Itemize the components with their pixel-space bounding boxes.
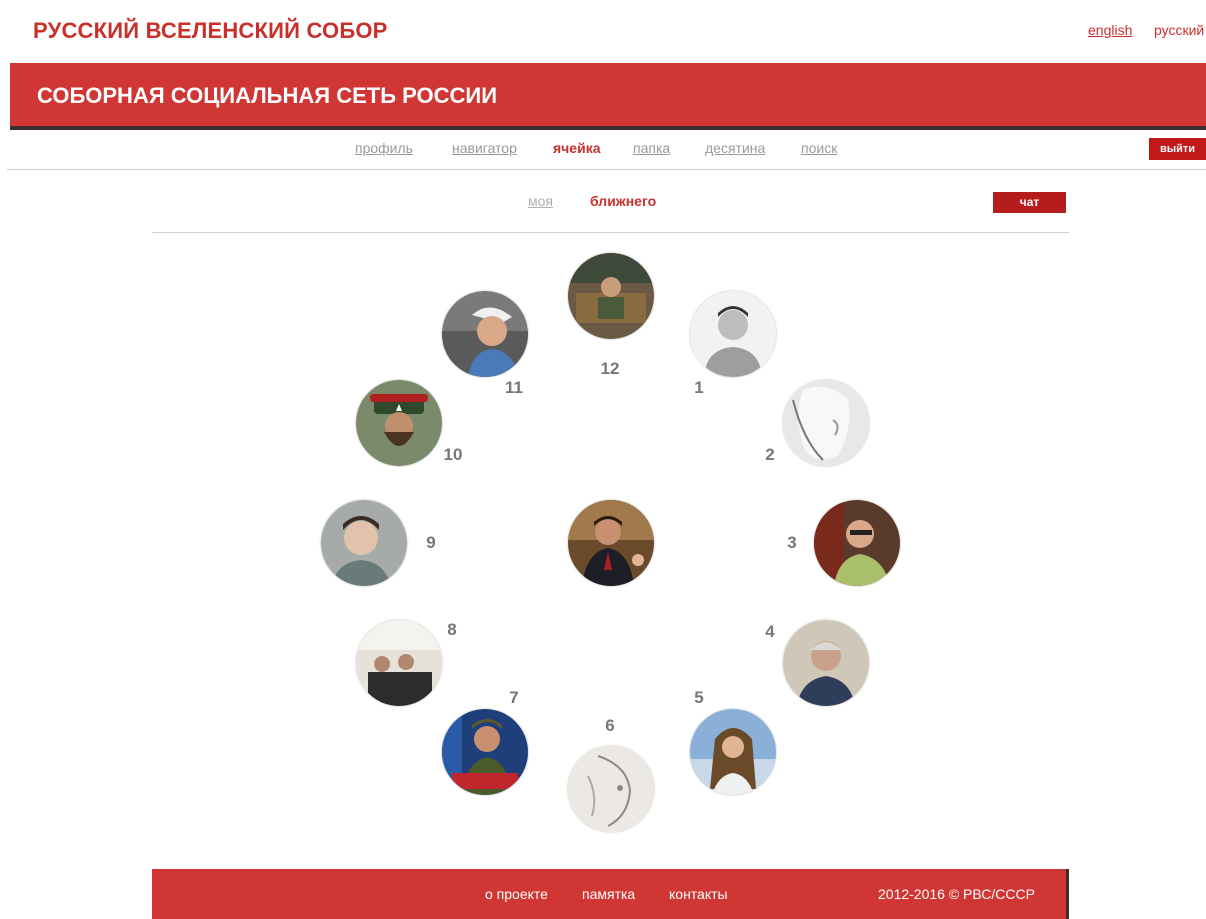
position-number-4: 4	[765, 622, 775, 641]
avatar-member-1[interactable]	[690, 291, 776, 377]
nav-navigator[interactable]: навигатор	[452, 140, 517, 156]
avatar-member-12[interactable]	[568, 253, 654, 339]
footer-about-link[interactable]: о проекте	[485, 886, 548, 902]
divider	[7, 169, 1206, 170]
logout-button[interactable]: выйти	[1149, 138, 1206, 160]
position-number-2: 2	[765, 445, 775, 464]
nav-tithe[interactable]: десятина	[705, 140, 765, 156]
avatar-member-7[interactable]	[442, 709, 528, 795]
tab-neighbor-cell[interactable]: ближнего	[590, 193, 656, 209]
footer-contacts-link[interactable]: контакты	[669, 886, 728, 902]
avatar-member-6[interactable]	[568, 746, 654, 832]
footer-memo-link[interactable]: памятка	[582, 886, 635, 902]
avatar-member-3[interactable]	[814, 500, 900, 586]
avatar-member-9[interactable]	[321, 500, 407, 586]
position-number-11: 11	[505, 378, 523, 397]
nav-cell[interactable]: ячейка	[553, 140, 600, 156]
tab-my-cell[interactable]: моя	[528, 193, 553, 209]
site-title: РУССКИЙ ВСЕЛЕНСКИЙ СОБОР	[33, 18, 388, 43]
chat-button[interactable]: чат	[993, 192, 1066, 213]
position-number-10: 10	[443, 445, 463, 464]
divider	[152, 232, 1069, 233]
banner-title: СОБОРНАЯ СОЦИАЛЬНАЯ СЕТЬ РОССИИ	[37, 83, 498, 108]
position-number-1: 1	[694, 378, 704, 397]
avatar-member-8[interactable]	[356, 620, 442, 706]
avatar-center-user[interactable]	[568, 500, 654, 586]
footer: о проекте памятка контакты 2012-2016 © Р…	[152, 869, 1069, 919]
nav-folder[interactable]: папка	[633, 140, 670, 156]
avatar-member-4[interactable]	[783, 620, 869, 706]
position-number-12: 12	[600, 359, 620, 378]
position-number-9: 9	[426, 533, 436, 552]
position-number-7: 7	[509, 688, 519, 707]
lang-russian-link[interactable]: русский	[1154, 22, 1204, 38]
lang-english-link[interactable]: english	[1088, 22, 1132, 38]
avatar-member-5[interactable]	[690, 709, 776, 795]
position-number-5: 5	[694, 688, 704, 707]
nav-profile[interactable]: профиль	[355, 140, 413, 156]
position-number-6: 6	[605, 716, 615, 735]
banner: СОБОРНАЯ СОЦИАЛЬНАЯ СЕТЬ РОССИИ	[10, 63, 1206, 130]
footer-copyright: 2012-2016 © РВС/СССР	[878, 886, 1035, 902]
avatar-member-10[interactable]	[356, 380, 442, 466]
avatar-member-2[interactable]	[783, 380, 869, 466]
avatar-member-11[interactable]	[442, 291, 528, 377]
position-number-8: 8	[447, 620, 457, 639]
position-number-3: 3	[787, 533, 797, 552]
nav-search[interactable]: поиск	[801, 140, 837, 156]
